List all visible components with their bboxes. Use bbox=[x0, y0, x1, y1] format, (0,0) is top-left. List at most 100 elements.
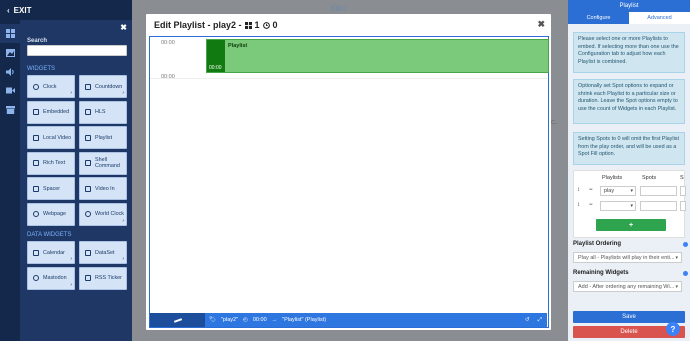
timeline-footer: 🏷 "play2" ◴ 00:00 → "Playlist" (Playlist… bbox=[150, 313, 547, 327]
archive-icon bbox=[5, 105, 15, 114]
widgets-tab[interactable] bbox=[0, 24, 20, 43]
floating-help-button[interactable]: ? bbox=[666, 322, 680, 336]
terminal-icon bbox=[85, 160, 91, 166]
widget-tile[interactable]: Local Video bbox=[27, 126, 75, 149]
audio-tab[interactable] bbox=[0, 62, 20, 81]
widget-tile[interactable]: Shell Command bbox=[79, 151, 127, 175]
remaining-widgets-select[interactable]: Add - After ordering any remaining Wi...… bbox=[573, 281, 682, 292]
info-message: Optionally set Spot options to expand or… bbox=[573, 79, 685, 124]
widgets-grid-icon bbox=[244, 21, 252, 29]
images-tab[interactable] bbox=[0, 43, 20, 62]
widget-tile-label: HLS bbox=[95, 109, 106, 115]
drag-handle-icon[interactable]: ↕ bbox=[577, 202, 580, 208]
widget-tile-label: Shell Command bbox=[95, 157, 120, 169]
close-icon[interactable]: ✖ bbox=[120, 23, 127, 32]
chevron-right-icon: › bbox=[70, 256, 72, 262]
spots-input[interactable] bbox=[640, 201, 677, 211]
widget-tile-label: Clock bbox=[43, 83, 57, 90]
video-icon bbox=[85, 185, 91, 192]
widget-tile[interactable]: RSS Ticker bbox=[79, 266, 127, 290]
expand-icon[interactable]: ⤢ bbox=[538, 317, 542, 324]
timeline-info: 🏷 "play2" ◴ 00:00 → "Playlist" (Playlist… bbox=[205, 317, 326, 323]
timeline-start-time: 00:00 bbox=[161, 40, 175, 46]
widget-tile[interactable]: Webpage bbox=[27, 202, 75, 226]
layouts-tab[interactable] bbox=[0, 100, 20, 119]
footer-clock-icon: ◴ bbox=[243, 317, 248, 323]
spots-input[interactable] bbox=[640, 186, 677, 196]
widget-tile-label: DataSet bbox=[95, 249, 115, 256]
video-tab[interactable] bbox=[0, 81, 20, 100]
properties-panel: Playlist Configure Advanced Please selec… bbox=[568, 0, 690, 341]
widget-tile-label: Webpage bbox=[43, 211, 66, 217]
search-label: Search bbox=[27, 38, 48, 44]
exit-button[interactable]: ‹ EXIT bbox=[0, 0, 132, 20]
widget-sidebar: ✖ Search WIDGETS Clock › Countdown › Embedde… bbox=[20, 20, 132, 341]
playlist-ordering-value: Play all - Playlists will play in their … bbox=[578, 255, 675, 261]
spot-length-input[interactable] bbox=[680, 186, 686, 196]
playlist-widget-name: Playlist bbox=[228, 43, 248, 49]
playlist-select-value: play bbox=[604, 188, 615, 194]
widget-tile[interactable]: Calendar › bbox=[27, 241, 75, 264]
playlist-widget-block[interactable]: Playlist 00:00 bbox=[206, 39, 549, 73]
widget-tile[interactable]: DataSet › bbox=[79, 241, 127, 264]
remove-row-button[interactable]: − bbox=[589, 187, 593, 193]
timeline-scroll-handle[interactable] bbox=[150, 313, 205, 327]
timeline-end-time: 00:00 bbox=[161, 74, 175, 80]
modal-close-icon[interactable]: ✖ bbox=[537, 19, 545, 30]
clock-icon bbox=[85, 211, 91, 217]
spot-length-input[interactable] bbox=[680, 201, 686, 211]
tab-configure[interactable]: Configure bbox=[568, 12, 629, 24]
panel-header: Playlist bbox=[568, 0, 690, 12]
background-text: C... bbox=[551, 120, 559, 126]
search-input[interactable] bbox=[27, 45, 127, 56]
widget-tile-label: Rich Text bbox=[43, 160, 66, 166]
chevron-left-icon: ‹ bbox=[7, 5, 10, 15]
panel-tabs: Configure Advanced bbox=[568, 12, 690, 24]
widget-tile[interactable]: Embedded bbox=[27, 100, 75, 124]
widget-tile[interactable]: Playlist bbox=[79, 126, 127, 149]
chevron-right-icon: › bbox=[122, 90, 124, 96]
speaker-icon bbox=[5, 67, 14, 76]
code-icon bbox=[33, 109, 39, 115]
widget-tile-label: Video In bbox=[95, 185, 115, 192]
widget-tile[interactable]: Rich Text bbox=[27, 151, 75, 175]
playlist-select[interactable]: play ▾ bbox=[600, 186, 636, 196]
playlist-tag: "play2" bbox=[220, 317, 239, 323]
undo-icon[interactable]: ↺ bbox=[525, 317, 530, 324]
widget-tile[interactable]: Clock › bbox=[27, 75, 75, 98]
magic-wand-icon bbox=[173, 317, 182, 323]
widget-tile-label: Local Video bbox=[43, 134, 72, 141]
tab-advanced[interactable]: Advanced bbox=[629, 12, 690, 24]
video-icon bbox=[33, 134, 39, 141]
edit-playlist-modal: Edit Playlist - play2 - 1 0 ✖ 00:00 00:0… bbox=[146, 14, 551, 330]
add-playlist-button[interactable]: + bbox=[596, 219, 666, 231]
widget-tile[interactable]: Video In bbox=[79, 177, 127, 200]
playlist-select[interactable]: ▾ bbox=[600, 201, 636, 211]
image-icon bbox=[5, 48, 15, 57]
tag-icon: 🏷 bbox=[209, 317, 216, 323]
widget-tile[interactable]: Countdown › bbox=[79, 75, 127, 98]
chevron-down-icon: ▾ bbox=[630, 188, 633, 194]
editor-icon-bar bbox=[0, 20, 20, 341]
duration-count: 0 bbox=[272, 20, 278, 30]
help-icon[interactable] bbox=[683, 242, 688, 247]
widget-tile[interactable]: Spacer bbox=[27, 177, 75, 200]
widget-tile-label: Calendar bbox=[43, 249, 65, 256]
widget-tile[interactable]: Mastodon › bbox=[27, 266, 75, 290]
chevron-down-icon: ▾ bbox=[675, 284, 678, 290]
remove-row-button[interactable]: − bbox=[589, 202, 593, 208]
widget-tile-label: Mastodon bbox=[43, 275, 67, 281]
info-message: Please select one or more Playlists to e… bbox=[573, 32, 685, 73]
widget-tile[interactable]: HLS bbox=[79, 100, 127, 124]
modal-title: Edit Playlist - play2 - 1 0 bbox=[154, 20, 278, 30]
widget-tile[interactable]: World Clock › bbox=[79, 202, 127, 226]
drag-handle-icon[interactable]: ↕ bbox=[577, 187, 580, 193]
widget-tile-label: Countdown bbox=[95, 83, 123, 90]
hourglass-icon bbox=[85, 83, 91, 90]
hourglass-icon bbox=[33, 185, 39, 192]
help-icon[interactable] bbox=[683, 271, 688, 276]
rss-icon bbox=[85, 275, 91, 281]
save-button[interactable]: Save bbox=[573, 311, 685, 323]
playlist-ordering-select[interactable]: Play all - Playlists will play in their … bbox=[573, 252, 682, 263]
playlists-table: Playlists Spots S ↕ − play ▾ ↕ − ▾ + bbox=[573, 170, 686, 238]
